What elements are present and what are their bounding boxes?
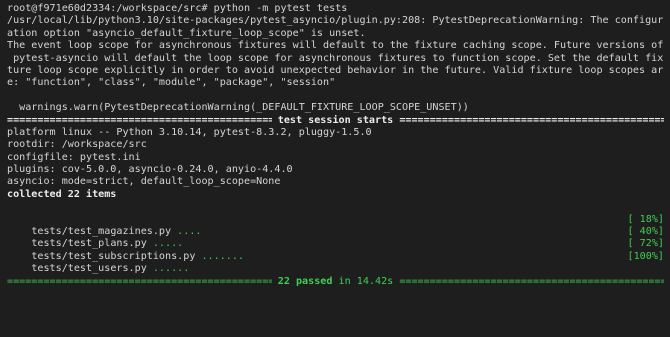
separator-right	[399, 115, 664, 127]
test-file-row: tests/test_magazines.py .... [ 18%]	[7, 213, 664, 237]
rootdir-info: rootdir: /workspace/src	[7, 139, 147, 151]
test-progress-percent: [ 18%]	[627, 213, 664, 225]
session-start-label: test session starts	[271, 114, 400, 126]
plugins-info: plugins: cov-5.0.0, asyncio-0.24.0, anyi…	[7, 164, 293, 176]
command-prompt: root@f971e60d2334:/workspace/src# python…	[7, 3, 348, 14]
warning-line: ation option "asyncio_default_fixture_lo…	[7, 27, 366, 39]
test-progress-percent: [ 72%]	[627, 238, 664, 250]
collected-count: collected 22 items	[7, 188, 117, 200]
warning-line: pytest-asyncio will default the loop sco…	[7, 52, 664, 64]
passed-count: 22 passed	[277, 275, 333, 287]
test-file-row: tests/test_subscriptions.py ....... [ 72…	[7, 238, 664, 261]
test-file-name: tests/test_users.py	[31, 263, 147, 275]
run-duration: in 14.42s	[332, 275, 400, 287]
platform-info: platform linux -- Python 3.10.14, pytest…	[7, 126, 372, 138]
warning-line: e: "function", "class", "module", "packa…	[7, 77, 336, 89]
test-file-row: tests/test_users.py ...... [100%]	[7, 250, 664, 274]
session-start-separator: test session starts	[7, 115, 664, 127]
separator-right	[399, 276, 664, 288]
asyncio-info: asyncio: mode=strict, default_loop_scope…	[7, 176, 281, 188]
test-progress-percent: [100%]	[627, 250, 664, 262]
summary-separator: 22 passed in 14.42s	[7, 276, 664, 288]
terminal-window[interactable]: root@f971e60d2334:/workspace/src# python…	[0, 0, 670, 337]
separator-left	[7, 115, 272, 127]
warning-line: The event loop scope for asynchronous fi…	[7, 40, 664, 52]
warning-line: /usr/local/lib/python3.10/site-packages/…	[7, 15, 664, 27]
test-file-row: tests/test_plans.py ..... [ 40%]	[7, 226, 664, 249]
configfile-info: configfile: pytest.ini	[7, 151, 141, 163]
warning-line: ture loop scope explicitly in order to a…	[7, 64, 664, 76]
separator-left	[7, 276, 272, 288]
test-progress-percent: [ 40%]	[627, 226, 664, 238]
warning-call-line: warnings.warn(PytestDeprecationWarning(_…	[7, 102, 469, 114]
test-result-dots: ......	[146, 263, 190, 275]
